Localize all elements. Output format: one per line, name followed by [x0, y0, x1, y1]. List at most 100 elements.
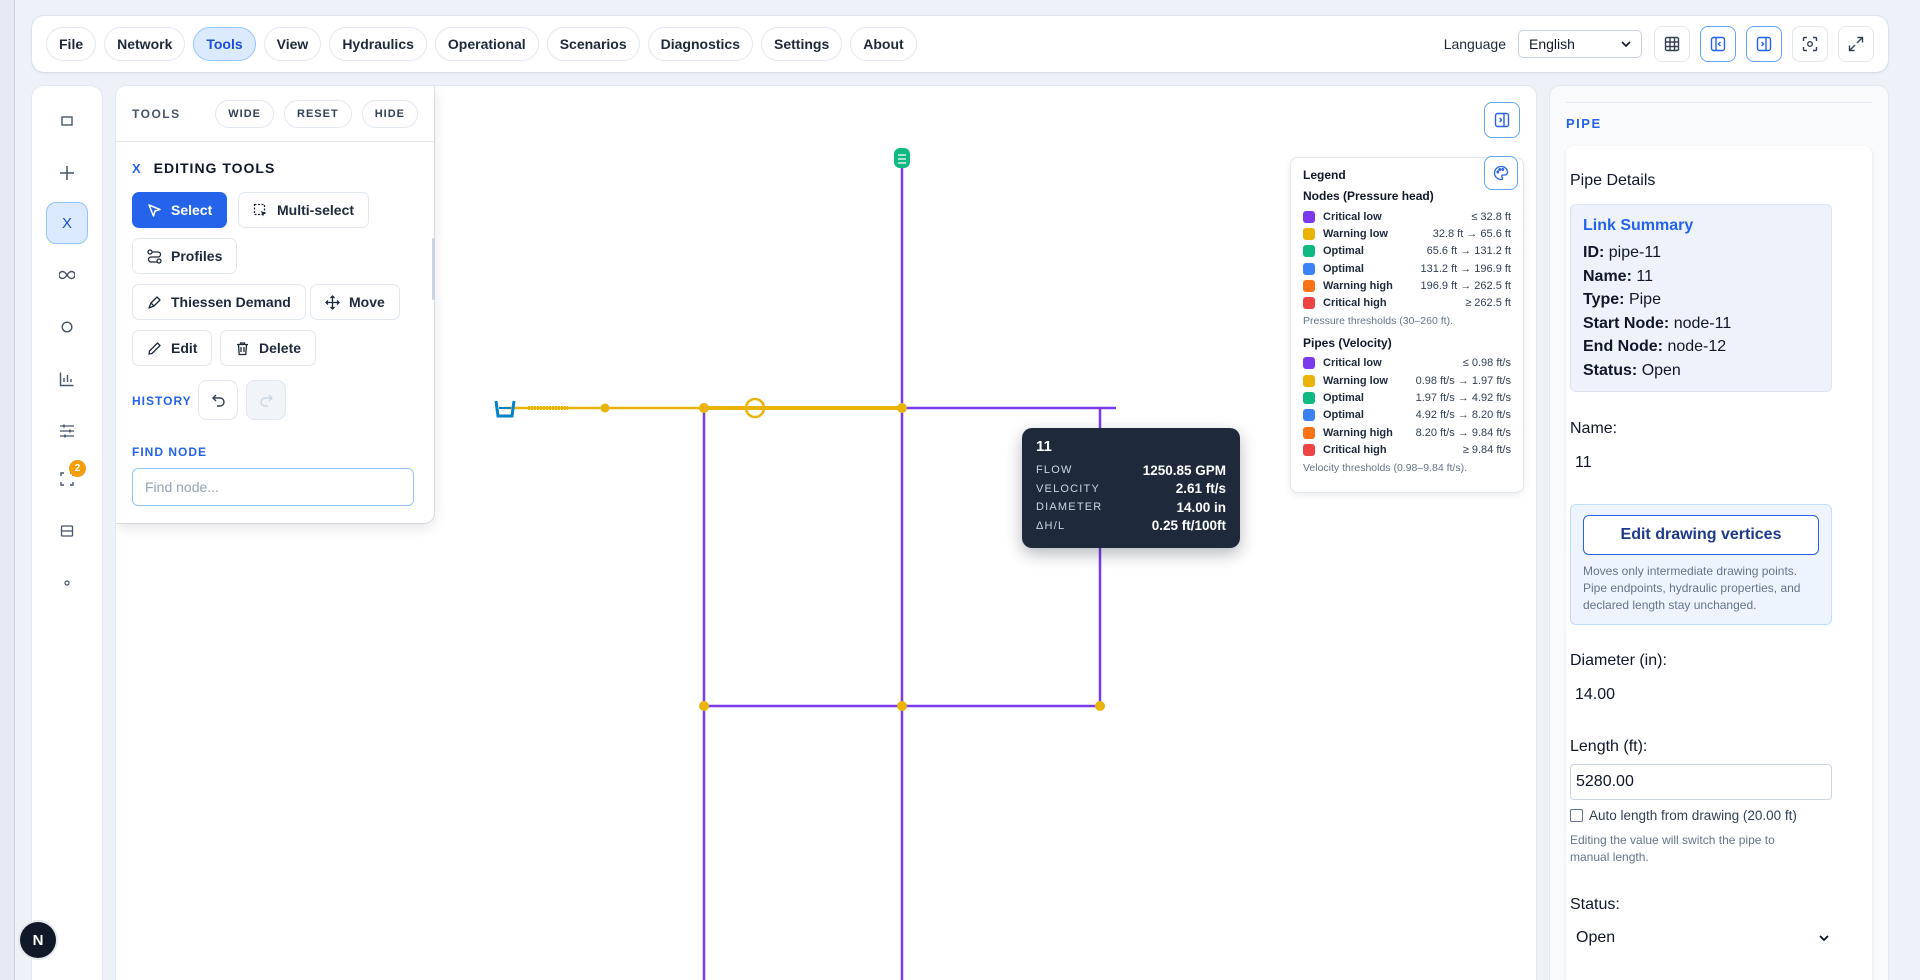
rail-node-button[interactable] — [46, 306, 88, 348]
trash-icon — [237, 341, 248, 355]
rail-chart-button[interactable] — [46, 358, 88, 400]
legend-item-name: Optimal — [1323, 392, 1364, 405]
legend-item-name: Critical high — [1323, 443, 1387, 456]
summary-key: Type: — [1583, 291, 1625, 308]
junction-node[interactable] — [897, 701, 907, 711]
user-avatar[interactable]: N — [20, 922, 56, 958]
tools-scrollbar[interactable] — [432, 238, 435, 300]
tools-title: TOOLS — [132, 106, 181, 121]
menu-diagnostics[interactable]: Diagnostics — [647, 27, 753, 61]
square-icon — [61, 116, 73, 126]
multiselect-tool-button[interactable]: Multi-select — [238, 192, 370, 228]
toggle-left-panel-button[interactable] — [1700, 26, 1736, 62]
legend-style-button[interactable] — [1484, 156, 1518, 190]
menu-tools[interactable]: Tools — [193, 27, 256, 61]
fullscreen-button[interactable] — [1838, 26, 1874, 62]
length-label: Length (ft): — [1570, 738, 1648, 755]
thiessen-demand-button[interactable]: Thiessen Demand — [132, 284, 306, 320]
junction-node[interactable] — [897, 403, 907, 413]
delete-tool-button[interactable]: Delete — [220, 330, 317, 366]
junction-node[interactable] — [1095, 701, 1105, 711]
auto-length-checkbox[interactable] — [1570, 809, 1583, 822]
junction-node[interactable] — [699, 701, 709, 711]
menu-scenarios[interactable]: Scenarios — [546, 27, 640, 61]
profiles-tool-button[interactable]: Profiles — [132, 238, 238, 274]
network-map-canvas[interactable]: TOOLS WIDE RESET HIDE X EDITING TOOLS Se… — [116, 86, 1536, 980]
language-value: English — [1529, 36, 1575, 52]
tank-icon[interactable] — [894, 148, 910, 168]
diameter-field[interactable]: 14.00 — [1575, 686, 1615, 704]
legend-pipes-note: Velocity thresholds (0.98–9.84 ft/s). — [1303, 461, 1468, 474]
panel-title: PIPE — [1566, 116, 1602, 131]
legend-item-name: Warning high — [1323, 279, 1393, 292]
rail-diagnostics-button[interactable]: 2 — [46, 458, 88, 500]
legend-swatch — [1303, 374, 1315, 387]
menu-hydraulics[interactable]: Hydraulics — [329, 27, 427, 61]
rail-select-area-button[interactable] — [46, 100, 88, 142]
menu-file[interactable]: File — [46, 27, 97, 61]
rail-link-button[interactable] — [46, 254, 88, 296]
summary-row: ID: pipe-11 — [1583, 241, 1819, 265]
legend-item-range: ≥ 262.5 ft — [1465, 297, 1511, 310]
legend-item-range: ≤ 0.98 ft/s — [1462, 357, 1511, 370]
undo-button[interactable] — [198, 380, 238, 420]
bar-chart-icon — [59, 372, 74, 387]
rail-add-button[interactable] — [46, 152, 88, 194]
wide-button[interactable]: WIDE — [215, 99, 275, 128]
summary-row: Status: Open — [1583, 359, 1819, 383]
legend-row: Warning high 8.20 ft/s → 9.84 ft/s — [1303, 424, 1511, 441]
menu-about[interactable]: About — [850, 27, 917, 61]
language-select[interactable]: English — [1518, 30, 1642, 58]
hide-button[interactable]: HIDE — [361, 99, 418, 128]
rail-dot-button[interactable] — [46, 562, 88, 604]
edit-tool-button[interactable]: Edit — [132, 330, 213, 366]
focus-button[interactable] — [1792, 26, 1828, 62]
close-section-button[interactable]: X — [132, 161, 142, 176]
redo-button[interactable] — [246, 380, 286, 420]
legend-swatch — [1303, 227, 1315, 240]
menu-network[interactable]: Network — [104, 27, 186, 61]
reset-button[interactable]: RESET — [284, 99, 352, 128]
drawing-vertices-box: Edit drawing vertices Moves only interme… — [1570, 504, 1832, 625]
rail-panel-button[interactable] — [46, 510, 88, 552]
legend-item-name: Critical high — [1323, 297, 1387, 310]
move-tool-button[interactable]: Move — [310, 284, 400, 320]
legend-item-range: 8.20 ft/s → 9.84 ft/s — [1415, 426, 1511, 439]
panel-right-icon — [1756, 36, 1772, 52]
legend-row: Critical high ≥ 9.84 ft/s — [1303, 441, 1511, 458]
canvas-panel-toggle-button[interactable] — [1484, 102, 1520, 138]
plus-icon — [60, 166, 74, 180]
legend-row: Optimal 1.97 ft/s → 4.92 ft/s — [1303, 389, 1511, 406]
infinity-icon — [59, 270, 75, 280]
length-input[interactable]: 5280.00 — [1570, 764, 1832, 800]
table-view-button[interactable] — [1654, 26, 1690, 62]
legend-item-range: 32.8 ft → 65.6 ft — [1432, 227, 1511, 240]
junction-node[interactable] — [699, 403, 709, 413]
move-icon — [325, 294, 340, 310]
legend-row: Critical low ≤ 32.8 ft — [1303, 208, 1511, 225]
route-icon — [147, 248, 162, 264]
toggle-right-panel-button[interactable] — [1746, 26, 1782, 62]
edit-drawing-vertices-button[interactable]: Edit drawing vertices — [1583, 515, 1819, 555]
find-node-input[interactable] — [132, 468, 414, 506]
panel-left-icon — [1710, 36, 1726, 52]
status-select[interactable]: Open — [1570, 924, 1836, 952]
rail-editing-tools-button[interactable]: X — [46, 202, 88, 244]
vertices-note: Moves only intermediate drawing points. … — [1583, 564, 1801, 612]
legend-item-name: Warning low — [1323, 227, 1388, 240]
menu-operational[interactable]: Operational — [434, 27, 539, 61]
focus-icon — [1802, 36, 1818, 52]
auto-length-row[interactable]: Auto length from drawing (20.00 ft) — [1570, 808, 1797, 823]
rail-sliders-button[interactable] — [46, 410, 88, 452]
pipe-details-heading: Pipe Details — [1570, 172, 1656, 189]
junction-node[interactable] — [600, 403, 610, 413]
menu-settings[interactable]: Settings — [761, 27, 843, 61]
multiselect-icon — [253, 203, 267, 216]
legend-item-name: Optimal — [1323, 245, 1364, 258]
select-tool-button[interactable]: Select — [132, 192, 228, 228]
name-label: Name: — [1570, 420, 1618, 437]
name-field[interactable]: 11 — [1575, 454, 1592, 472]
menu-view[interactable]: View — [263, 27, 322, 61]
link-summary-title: Link Summary — [1583, 217, 1694, 234]
legend-swatch — [1303, 245, 1315, 258]
